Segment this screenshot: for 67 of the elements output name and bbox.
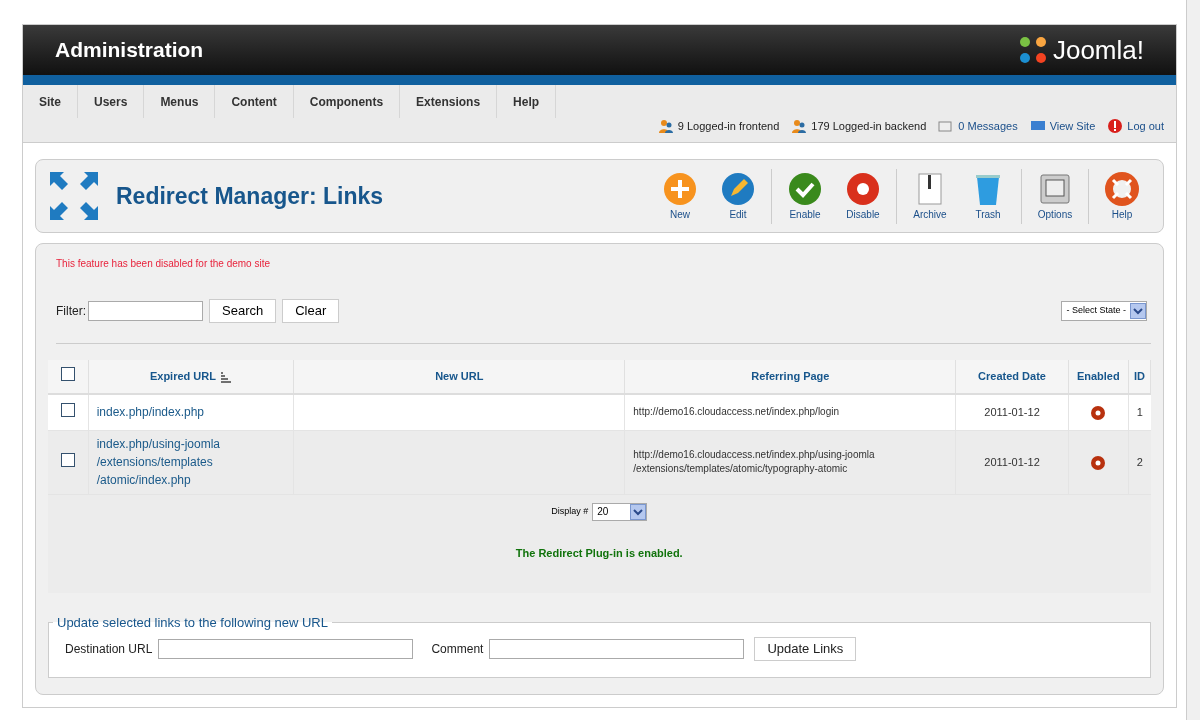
expired-url-link[interactable]: index.php/using-joomla /extensions/templates /atomic/index.php (96, 435, 247, 489)
comment-label: Comment (431, 640, 484, 658)
column-header[interactable]: New URL (435, 368, 484, 385)
toolbar-button[interactable]: New (651, 170, 709, 222)
column-header[interactable]: Enabled (1076, 368, 1120, 385)
column-header[interactable]: Expired URL (149, 368, 216, 385)
clear-button[interactable]: Clear (282, 299, 340, 323)
users-icon (657, 118, 674, 135)
filter-label: Filter: (56, 303, 86, 320)
column-header[interactable]: Referring Page (751, 368, 830, 385)
table-cell-text: http://demo16.cloudaccess.net/index.php/login (633, 405, 840, 420)
status-link[interactable]: Log out (1127, 118, 1164, 135)
menu-item[interactable]: Extensions (400, 85, 498, 118)
toolbar-button[interactable]: Options (1026, 170, 1084, 222)
filter-field[interactable] (88, 301, 203, 321)
stop-icon (845, 170, 881, 207)
pencil-icon (720, 170, 756, 207)
notice-message: This feature has been disabled for the demo site (56, 257, 272, 271)
status-link[interactable]: View Site (1049, 118, 1096, 135)
toolbar-button[interactable]: Disable (834, 170, 892, 222)
toolbar-button[interactable]: Enable (776, 170, 834, 222)
logo-text: Joomla! (1052, 33, 1144, 67)
status-text: 179 Logged-in backend (811, 119, 927, 134)
toolbar-button[interactable]: Help (1093, 170, 1151, 222)
toolbar-button[interactable]: Archive (901, 170, 959, 222)
checkbox[interactable] (60, 367, 75, 382)
envelope-icon (938, 118, 955, 135)
table-cell: 1 (1136, 406, 1143, 418)
update-links-button[interactable]: Update Links (754, 636, 857, 661)
plus-icon (662, 170, 698, 207)
check-icon (787, 170, 823, 207)
table-cell: 2011-01-12 (984, 406, 1040, 418)
lifebuoy-icon (1104, 170, 1140, 207)
expired-url-link[interactable]: index.php/index.php (96, 403, 247, 422)
status-text: 9 Logged-in frontend (677, 119, 780, 134)
column-header[interactable]: ID (1133, 368, 1145, 385)
state-select[interactable]: - Select State - (1061, 301, 1147, 321)
menu-item[interactable]: Help (497, 85, 557, 118)
logout-icon (1107, 118, 1124, 135)
menu-item[interactable]: Menus (144, 85, 216, 118)
search-button[interactable]: Search (209, 299, 277, 323)
display-select[interactable]: 20 (592, 502, 648, 521)
menu-item[interactable]: Components (293, 85, 401, 118)
scrollbar[interactable] (1186, 0, 1200, 720)
checkbox[interactable] (60, 403, 75, 417)
header-title: Administration (55, 37, 204, 64)
menu-item[interactable]: Users (78, 85, 145, 118)
expand-arrows-icon (48, 170, 100, 222)
column-header[interactable]: Created Date (978, 368, 1046, 385)
menu-item[interactable]: Site (23, 85, 78, 118)
users-icon (791, 118, 808, 135)
table-cell: 2011-01-12 (984, 455, 1040, 468)
page-title: Redirect Manager: Links (116, 181, 384, 211)
sort-icon (219, 370, 232, 383)
table-cell-text: http://demo16.cloudaccess.net/index.php/using-joomla /extensions/templates/atomic/typography-atomic (633, 448, 876, 476)
status-link[interactable]: 0 Messages (958, 118, 1018, 135)
fieldset-legend: Update selected links to the following new URL (53, 613, 332, 633)
toolbar-button[interactable]: Trash (959, 170, 1017, 222)
plugin-status: The Redirect Plug-in is enabled. (514, 545, 684, 561)
destination-label: Destination URL (65, 640, 153, 658)
toolbar-button[interactable]: Edit (709, 170, 767, 222)
comment-field[interactable] (489, 638, 745, 659)
table-cell: 2 (1136, 455, 1143, 468)
checkbox[interactable] (60, 452, 75, 467)
display-label: Display # (551, 504, 589, 518)
menu-item[interactable]: Content (215, 85, 294, 118)
destination-field[interactable] (158, 638, 414, 659)
